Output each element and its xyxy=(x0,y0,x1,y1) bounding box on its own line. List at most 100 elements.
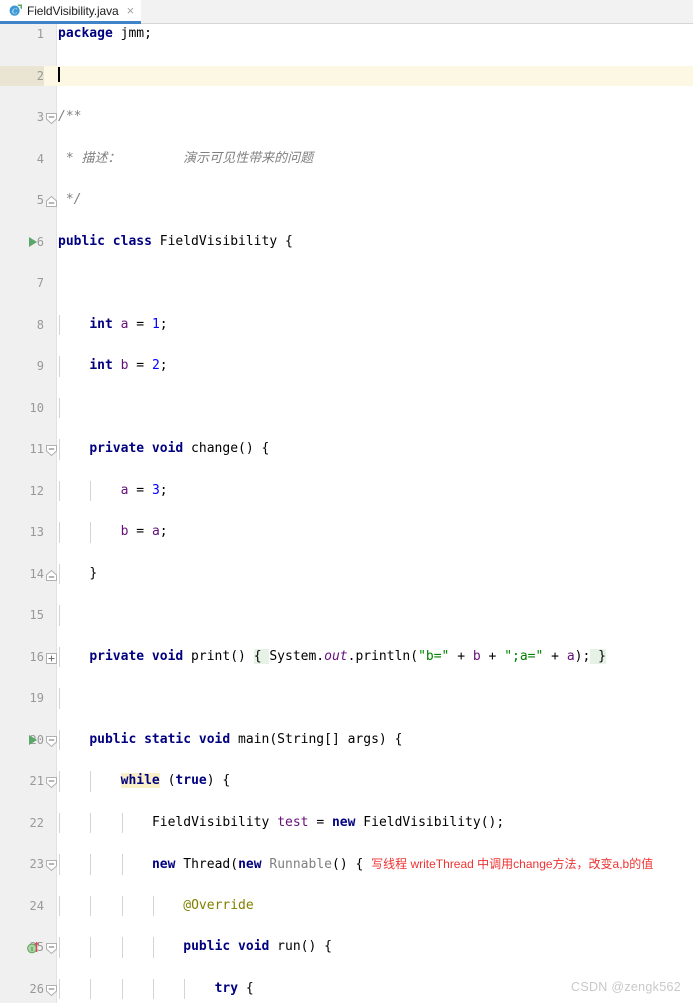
fold-start-icon[interactable] xyxy=(46,983,57,996)
line-number: 22 xyxy=(29,815,44,830)
line-number: 13 xyxy=(29,525,44,539)
fold-start-icon[interactable] xyxy=(46,443,57,457)
indent-guide xyxy=(59,563,60,585)
indent-guide xyxy=(90,522,92,543)
line-number: 9 xyxy=(36,359,44,373)
line-number: 26 xyxy=(29,981,44,996)
indent-guide xyxy=(59,729,60,751)
code-text[interactable]: package jmm; xyxy=(58,24,693,45)
indent-guide xyxy=(59,522,60,543)
code-text[interactable]: private void change() { xyxy=(89,439,693,460)
indent-guide xyxy=(59,605,60,626)
code-lines[interactable]: 1 package jmm; 2 3 /** 4 * 描述： 演示可见性带来的问题 5 *… xyxy=(0,24,693,1003)
code-line[interactable]: 19 xyxy=(0,688,693,709)
code-line[interactable]: 2 xyxy=(0,65,693,87)
code-text[interactable]: int b = 2; xyxy=(89,356,693,377)
code-line[interactable]: 15 xyxy=(0,605,693,626)
line-number: 16 xyxy=(29,649,44,664)
code-line[interactable]: 16 private void print() { System.out.pri… xyxy=(0,646,693,668)
code-line[interactable]: 13 b = a; xyxy=(0,522,693,543)
indent-guide xyxy=(121,978,123,1000)
close-icon[interactable]: × xyxy=(127,4,135,17)
text-caret xyxy=(58,66,60,82)
indent-guide xyxy=(90,812,92,834)
code-text[interactable]: int a = 1; xyxy=(89,315,693,336)
fold-collapsed-icon[interactable] xyxy=(46,651,57,664)
java-class-runnable-icon: C xyxy=(9,4,23,17)
indent-guide xyxy=(59,812,60,834)
run-gutter-icon[interactable] xyxy=(29,236,37,247)
code-line[interactable]: 6 public class FieldVisibility { xyxy=(0,232,693,253)
ide-editor-window: C FieldVisibility.java × 1 package jmm; 2 3… xyxy=(0,0,693,1003)
code-text[interactable]: private void print() { System.out.printl… xyxy=(89,647,693,668)
code-line[interactable]: 5 */ xyxy=(0,190,693,211)
indent-guide xyxy=(59,480,60,502)
code-text[interactable]: @Override xyxy=(183,896,693,917)
fold-end-icon[interactable] xyxy=(46,194,57,207)
fold-start-icon[interactable] xyxy=(46,775,57,789)
code-text[interactable]: */ xyxy=(58,190,693,211)
code-line[interactable]: 8 int a = 1; xyxy=(0,314,693,336)
indent-guide xyxy=(121,895,123,917)
line-number: 3 xyxy=(36,110,44,124)
code-line[interactable]: 14 } xyxy=(0,563,693,585)
code-line[interactable]: 9 int b = 2; xyxy=(0,356,693,377)
indent-guide xyxy=(121,937,123,958)
code-line[interactable]: 24 @Override xyxy=(0,895,693,917)
code-line[interactable]: 20 public static void main(String[] args… xyxy=(0,729,693,751)
indent-guide xyxy=(59,937,60,958)
indent-guide xyxy=(59,854,60,875)
code-line[interactable]: 3 /** xyxy=(0,107,693,128)
code-text[interactable]: new Thread(new Runnable() { 写线程 writeThr… xyxy=(152,854,693,876)
implementing-method-gutter-icon[interactable]: I xyxy=(27,941,40,954)
code-line[interactable]: 10 xyxy=(0,397,693,419)
code-text[interactable]: /** xyxy=(58,107,693,128)
indent-guide xyxy=(59,646,60,668)
code-line[interactable]: 22 FieldVisibility test = new FieldVisibi… xyxy=(0,812,693,834)
code-text[interactable]: FieldVisibility test = new FieldVisibili… xyxy=(152,813,693,834)
code-editor[interactable]: 1 package jmm; 2 3 /** 4 * 描述： 演示可见性带来的问题 5 *… xyxy=(0,24,693,1003)
indent-guide xyxy=(59,688,60,709)
line-number: 2 xyxy=(0,65,44,87)
line-number: 20 xyxy=(29,732,44,747)
fold-start-icon[interactable] xyxy=(46,111,57,125)
code-text[interactable]: while (true) { xyxy=(120,771,693,792)
indent-guide xyxy=(59,439,60,460)
indent-guide xyxy=(59,314,60,336)
fold-start-icon[interactable] xyxy=(46,858,57,872)
fold-start-icon[interactable] xyxy=(46,734,57,747)
code-text[interactable]: a = 3; xyxy=(121,481,693,502)
code-line[interactable]: 7 xyxy=(0,273,693,294)
line-number: 10 xyxy=(29,400,44,415)
indent-guide xyxy=(90,480,92,502)
code-text[interactable]: b = a; xyxy=(121,522,693,543)
indent-guide xyxy=(90,895,92,917)
code-text[interactable]: } xyxy=(89,564,693,585)
run-gutter-icon[interactable] xyxy=(29,734,37,745)
code-text[interactable]: public static void main(String[] args) { xyxy=(89,730,693,751)
code-text[interactable]: * 描述： 演示可见性带来的问题 xyxy=(58,149,693,170)
indent-guide xyxy=(59,978,60,1000)
fold-start-icon[interactable] xyxy=(46,941,57,955)
line-number: 19 xyxy=(29,691,44,705)
line-number: 7 xyxy=(36,276,44,290)
editor-tab-bar: C FieldVisibility.java × xyxy=(0,0,693,24)
code-line[interactable]: 4 * 描述： 演示可见性带来的问题 xyxy=(0,149,693,170)
code-text[interactable] xyxy=(58,66,693,87)
line-number: 14 xyxy=(29,566,44,581)
code-line[interactable]: 12 a = 3; xyxy=(0,480,693,502)
indent-guide xyxy=(59,771,60,792)
line-number: 21 xyxy=(29,774,44,788)
tab-fieldvisibility-java[interactable]: C FieldVisibility.java × xyxy=(0,0,142,24)
code-text[interactable]: public class FieldVisibility { xyxy=(58,232,693,253)
fold-end-icon[interactable] xyxy=(46,568,57,581)
code-line[interactable]: 21 while (true) { xyxy=(0,771,693,792)
indent-guide xyxy=(90,854,92,875)
code-line[interactable]: 23 new Thread(new Runnable() { 写线程 write… xyxy=(0,854,693,875)
code-line[interactable]: 11 private void change() { xyxy=(0,439,693,460)
code-text[interactable]: public void run() { xyxy=(183,937,693,958)
code-line[interactable]: 25 I public void run() { xyxy=(0,937,693,958)
code-line[interactable]: 1 package jmm; xyxy=(0,24,693,45)
line-number: 5 xyxy=(36,193,44,207)
line-number: 15 xyxy=(29,608,44,622)
